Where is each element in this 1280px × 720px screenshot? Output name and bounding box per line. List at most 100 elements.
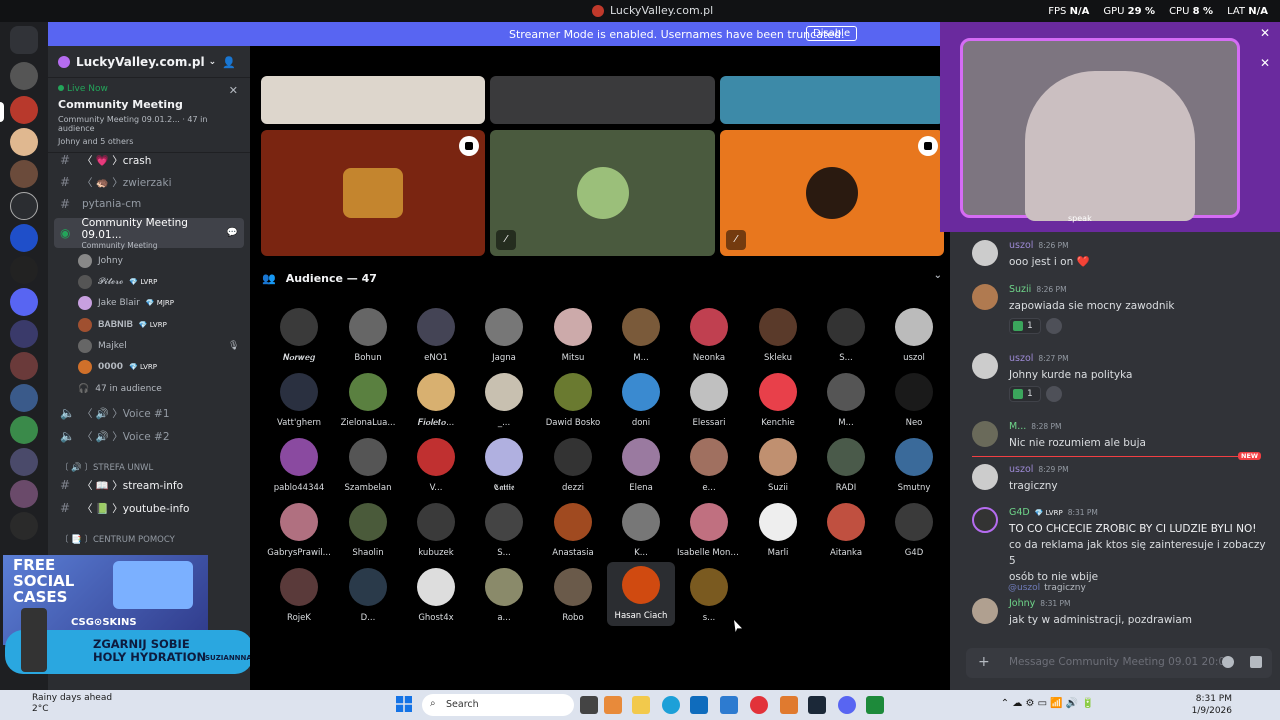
audience-member[interactable]: dezzi	[541, 438, 605, 500]
outlook-icon[interactable]	[720, 696, 738, 714]
audience-member[interactable]: Mitsu	[541, 308, 605, 370]
server-icon[interactable]	[10, 62, 38, 90]
audience-member[interactable]: S...	[472, 503, 536, 565]
audience-member[interactable]: M...	[814, 373, 878, 435]
reaction-checkmark[interactable]: 1	[1009, 386, 1041, 402]
app-icon[interactable]	[780, 696, 798, 714]
audience-member[interactable]: Vatt'ghern	[267, 373, 331, 435]
plus-icon[interactable]: +	[978, 654, 990, 670]
audience-member[interactable]: K...	[609, 503, 673, 565]
audience-member[interactable]: Suzii	[746, 438, 810, 500]
channel-stream-info[interactable]: # 〈 📖 〉stream-info	[54, 475, 244, 495]
audience-member[interactable]: Hasan Ciach	[607, 562, 675, 626]
voice-user[interactable]: Johny	[78, 251, 123, 271]
disable-streamer-mode-button[interactable]: Disable	[806, 26, 858, 41]
server-folder-icon[interactable]	[10, 320, 38, 348]
opera-icon[interactable]	[750, 696, 768, 714]
close-icon[interactable]: ✕	[1260, 26, 1270, 40]
server-folder-icon[interactable]	[10, 384, 38, 412]
audience-member[interactable]: M...	[609, 308, 673, 370]
task-view-icon[interactable]	[580, 696, 598, 714]
audience-member[interactable]: eNO1	[404, 308, 468, 370]
copilot-icon[interactable]	[604, 696, 622, 714]
speaker-tile[interactable]: ⁄	[720, 130, 944, 256]
ad-holy-hydration[interactable]: ZGARNIJ SOBIE HOLY HYDRATION SUZIANNNA	[5, 608, 253, 674]
server-icon[interactable]	[10, 160, 38, 188]
channel-pytania-cm[interactable]: # pytania-cm	[54, 194, 244, 214]
audience-member[interactable]: Aitanka	[814, 503, 878, 565]
speaker-tile[interactable]: ⁄	[490, 130, 715, 256]
audience-member[interactable]: Dawid Bosko	[541, 373, 605, 435]
audience-member[interactable]: kubuzek	[404, 503, 468, 565]
audience-member[interactable]: e...	[677, 438, 741, 500]
audience-member[interactable]: D...	[336, 568, 400, 630]
voice-user[interactable]: Jake Blair 💎 MJRP	[78, 293, 174, 313]
channel-youtube-info[interactable]: # 〈 📗 〉youtube-info	[54, 498, 244, 518]
voice-user[interactable]: Majkel 🎙	[78, 336, 239, 356]
invite-people-icon[interactable]: 👤	[222, 56, 236, 69]
audience-member[interactable]: Robo	[541, 568, 605, 630]
server-icon[interactable]	[10, 192, 38, 220]
server-folder-icon[interactable]	[10, 448, 38, 476]
audience-member[interactable]: Elessari	[677, 373, 741, 435]
audience-member[interactable]: Ghost4x	[404, 568, 468, 630]
edge-icon[interactable]	[662, 696, 680, 714]
close-icon[interactable]: ✕	[1260, 56, 1270, 70]
add-reaction-icon[interactable]	[1046, 386, 1062, 402]
avatar[interactable]	[972, 240, 998, 266]
taskbar-clock[interactable]: 8:31 PM 1/9/2026	[1192, 693, 1232, 717]
audience-member[interactable]: RADI	[814, 438, 878, 500]
avatar[interactable]	[972, 284, 998, 310]
audience-member[interactable]: 𝑭𝒊𝒐𝒍𝒆𝒕𝒐...	[404, 373, 468, 435]
audience-header[interactable]: 👥 Audience — 47 ⌄	[262, 270, 942, 286]
voice-user[interactable]: 𝓟𝓲𝓽𝓮𝓻𝓸 💎 LVRP	[78, 272, 157, 292]
audience-member[interactable]: G4D	[882, 503, 946, 565]
audience-member[interactable]: RojeK	[267, 568, 331, 630]
message-composer[interactable]: + Message Community Meeting 09.01 20:00	[966, 648, 1272, 678]
audience-member[interactable]: GabrysPrawil...	[267, 503, 331, 565]
audience-member[interactable]: V...	[404, 438, 468, 500]
speaker-tile-luckyvalley[interactable]	[261, 130, 485, 256]
server-icon[interactable]	[10, 256, 38, 284]
category-strefa[interactable]: 〔 🔊 〕STREFA UNWL	[60, 461, 153, 473]
audience-count[interactable]: 🎧 47 in audience	[78, 379, 162, 399]
server-folder-icon[interactable]	[10, 480, 38, 508]
avatar[interactable]	[972, 507, 998, 533]
audience-member[interactable]: pablo44344	[267, 438, 331, 500]
audience-member[interactable]: s...	[677, 568, 741, 630]
weather-widget[interactable]: Rainy days ahead 2°C	[14, 693, 112, 715]
reply-reference[interactable]: @uszol tragiczny	[1008, 583, 1086, 593]
stage-channel-community-meeting[interactable]: ◉ Community Meeting 09.01... Community M…	[54, 217, 244, 250]
audience-member[interactable]: ZielonaLua...	[336, 373, 400, 435]
voice-channel-2[interactable]: 🔈 〈 🔊 〉Voice #2	[54, 426, 244, 446]
audience-member[interactable]: Bohun	[336, 308, 400, 370]
apps-icon[interactable]	[1250, 656, 1262, 668]
windows-start-icon[interactable]	[396, 696, 412, 712]
audience-member[interactable]: Anastasia	[541, 503, 605, 565]
audience-member[interactable]: Szambelan	[336, 438, 400, 500]
audience-member[interactable]: 𝕮𝖆𝖙𝖙𝖎𝖊	[472, 438, 536, 500]
server-folder-icon[interactable]	[10, 352, 38, 380]
discord-icon[interactable]	[838, 696, 856, 714]
voice-user[interactable]: 𝟬𝟬𝟬𝟬 💎 LVRP	[78, 357, 157, 377]
server-icon-luckyvalley[interactable]	[10, 96, 38, 124]
file-explorer-icon[interactable]	[632, 696, 650, 714]
speaker-tile[interactable]	[490, 76, 715, 124]
audience-member[interactable]: _...	[472, 373, 536, 435]
system-tray[interactable]: ⌃ ☁ ⚙ ▭ 📶 🔊 🔋	[1001, 698, 1094, 709]
live-now-panel[interactable]: Live Now Community Meeting Community Mee…	[48, 78, 250, 153]
avatar[interactable]	[972, 464, 998, 490]
audience-member[interactable]: a...	[472, 568, 536, 630]
reaction-checkmark[interactable]: 1	[1009, 318, 1041, 334]
server-folder-icon[interactable]	[10, 416, 38, 444]
steam-icon[interactable]	[808, 696, 826, 714]
server-folder-icon[interactable]	[10, 512, 38, 540]
category-centrum-pomocy[interactable]: 〔 📑 〕CENTRUM POMOCY	[60, 533, 175, 545]
audience-member[interactable]: Neo	[882, 373, 946, 435]
audience-member[interactable]: Elena	[609, 438, 673, 500]
server-icon[interactable]	[10, 128, 38, 156]
speaker-tile[interactable]	[261, 76, 485, 124]
audience-member[interactable]: Smutny	[882, 438, 946, 500]
chevron-down-icon[interactable]: ⌄	[934, 270, 942, 281]
audience-member[interactable]: Kenchie	[746, 373, 810, 435]
